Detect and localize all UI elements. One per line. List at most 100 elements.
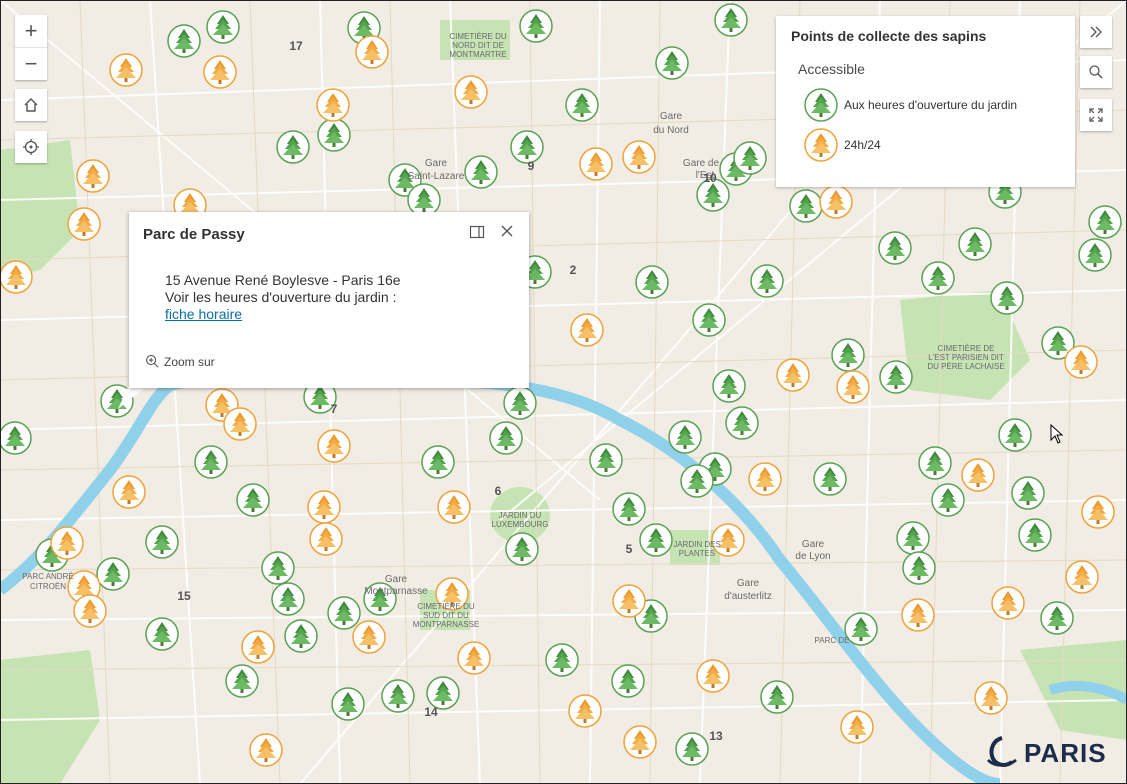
orange-tree-marker[interactable] bbox=[50, 526, 84, 560]
orange-tree-marker[interactable] bbox=[776, 358, 810, 392]
orange-tree-marker[interactable] bbox=[109, 53, 143, 87]
green-tree-marker[interactable] bbox=[921, 261, 955, 295]
zoom-out-button[interactable]: − bbox=[15, 47, 47, 80]
green-tree-marker[interactable] bbox=[655, 46, 689, 80]
green-tree-marker[interactable] bbox=[675, 732, 709, 766]
orange-tree-marker[interactable] bbox=[836, 370, 870, 404]
green-tree-marker[interactable] bbox=[1040, 601, 1074, 635]
schedule-link[interactable]: fiche horaire bbox=[165, 306, 401, 323]
orange-tree-marker[interactable] bbox=[316, 88, 350, 122]
orange-tree-marker[interactable] bbox=[0, 260, 33, 294]
green-tree-marker[interactable] bbox=[990, 281, 1024, 315]
orange-tree-marker[interactable] bbox=[223, 407, 257, 441]
orange-tree-marker[interactable] bbox=[1065, 560, 1099, 594]
orange-tree-marker[interactable] bbox=[568, 694, 602, 728]
green-tree-marker[interactable] bbox=[1018, 518, 1052, 552]
orange-tree-marker[interactable] bbox=[819, 185, 853, 219]
green-tree-marker[interactable] bbox=[271, 582, 305, 616]
green-tree-marker[interactable] bbox=[733, 141, 767, 175]
orange-tree-marker[interactable] bbox=[241, 630, 275, 664]
green-tree-marker[interactable] bbox=[639, 523, 673, 557]
close-icon[interactable] bbox=[499, 223, 515, 239]
green-tree-marker[interactable] bbox=[284, 619, 318, 653]
green-tree-marker[interactable] bbox=[317, 118, 351, 152]
green-tree-marker[interactable] bbox=[878, 231, 912, 265]
dock-icon[interactable] bbox=[469, 224, 485, 240]
green-tree-marker[interactable] bbox=[489, 421, 523, 455]
orange-tree-marker[interactable] bbox=[454, 75, 488, 109]
green-tree-marker[interactable] bbox=[612, 492, 646, 526]
orange-tree-marker[interactable] bbox=[307, 490, 341, 524]
green-tree-marker[interactable] bbox=[831, 338, 865, 372]
orange-tree-marker[interactable] bbox=[1081, 495, 1115, 529]
green-tree-marker[interactable] bbox=[750, 264, 784, 298]
orange-tree-marker[interactable] bbox=[67, 207, 101, 241]
green-tree-marker[interactable] bbox=[712, 369, 746, 403]
green-tree-marker[interactable] bbox=[760, 680, 794, 714]
green-tree-marker[interactable] bbox=[1088, 205, 1122, 239]
green-tree-marker[interactable] bbox=[958, 227, 992, 261]
orange-tree-marker[interactable] bbox=[974, 681, 1008, 715]
green-tree-marker[interactable] bbox=[145, 525, 179, 559]
green-tree-marker[interactable] bbox=[1011, 476, 1045, 510]
green-tree-marker[interactable] bbox=[902, 551, 936, 585]
orange-tree-marker[interactable] bbox=[355, 35, 389, 69]
green-tree-marker[interactable] bbox=[545, 643, 579, 677]
orange-tree-marker[interactable] bbox=[991, 586, 1025, 620]
green-tree-marker[interactable] bbox=[261, 551, 295, 585]
locate-button[interactable] bbox=[15, 131, 47, 163]
orange-tree-marker[interactable] bbox=[840, 710, 874, 744]
green-tree-marker[interactable] bbox=[0, 421, 32, 455]
green-tree-marker[interactable] bbox=[789, 189, 823, 223]
green-tree-marker[interactable] bbox=[813, 462, 847, 496]
green-tree-marker[interactable] bbox=[879, 360, 913, 394]
search-button[interactable] bbox=[1080, 56, 1112, 88]
orange-tree-marker[interactable] bbox=[457, 641, 491, 675]
green-tree-marker[interactable] bbox=[918, 446, 952, 480]
green-tree-marker[interactable] bbox=[668, 420, 702, 454]
green-tree-marker[interactable] bbox=[1078, 238, 1112, 272]
orange-tree-marker[interactable] bbox=[579, 147, 613, 181]
green-tree-marker[interactable] bbox=[464, 155, 498, 189]
green-tree-marker[interactable] bbox=[96, 557, 130, 591]
orange-tree-marker[interactable] bbox=[901, 598, 935, 632]
green-tree-marker[interactable] bbox=[145, 617, 179, 651]
green-tree-marker[interactable] bbox=[998, 418, 1032, 452]
orange-tree-marker[interactable] bbox=[622, 140, 656, 174]
orange-tree-marker[interactable] bbox=[961, 458, 995, 492]
orange-tree-marker[interactable] bbox=[696, 659, 730, 693]
green-tree-marker[interactable] bbox=[276, 130, 310, 164]
orange-tree-marker[interactable] bbox=[317, 429, 351, 463]
green-tree-marker[interactable] bbox=[519, 9, 553, 43]
home-button[interactable] bbox=[15, 89, 47, 121]
green-tree-marker[interactable] bbox=[381, 679, 415, 713]
collapse-panel-button[interactable] bbox=[1080, 16, 1112, 48]
green-tree-marker[interactable] bbox=[505, 532, 539, 566]
orange-tree-marker[interactable] bbox=[73, 594, 107, 628]
green-tree-marker[interactable] bbox=[611, 664, 645, 698]
fullscreen-button[interactable] bbox=[1080, 99, 1112, 131]
orange-tree-marker[interactable] bbox=[352, 620, 386, 654]
green-tree-marker[interactable] bbox=[725, 406, 759, 440]
green-tree-marker[interactable] bbox=[206, 10, 240, 44]
orange-tree-marker[interactable] bbox=[309, 522, 343, 556]
green-tree-marker[interactable] bbox=[327, 596, 361, 630]
green-tree-marker[interactable] bbox=[236, 483, 270, 517]
green-tree-marker[interactable] bbox=[565, 88, 599, 122]
green-tree-marker[interactable] bbox=[714, 3, 748, 37]
orange-tree-marker[interactable] bbox=[1064, 345, 1098, 379]
green-tree-marker[interactable] bbox=[635, 265, 669, 299]
green-tree-marker[interactable] bbox=[692, 303, 726, 337]
green-tree-marker[interactable] bbox=[225, 664, 259, 698]
green-tree-marker[interactable] bbox=[589, 443, 623, 477]
green-tree-marker[interactable] bbox=[167, 24, 201, 58]
zoom-in-button[interactable]: + bbox=[15, 15, 47, 47]
green-tree-marker[interactable] bbox=[331, 687, 365, 721]
zoom-to-button[interactable]: Zoom sur bbox=[145, 354, 215, 369]
orange-tree-marker[interactable] bbox=[570, 313, 604, 347]
green-tree-marker[interactable] bbox=[503, 386, 537, 420]
orange-tree-marker[interactable] bbox=[249, 733, 283, 767]
green-tree-marker[interactable] bbox=[680, 464, 714, 498]
orange-tree-marker[interactable] bbox=[623, 725, 657, 759]
green-tree-marker[interactable] bbox=[421, 445, 455, 479]
